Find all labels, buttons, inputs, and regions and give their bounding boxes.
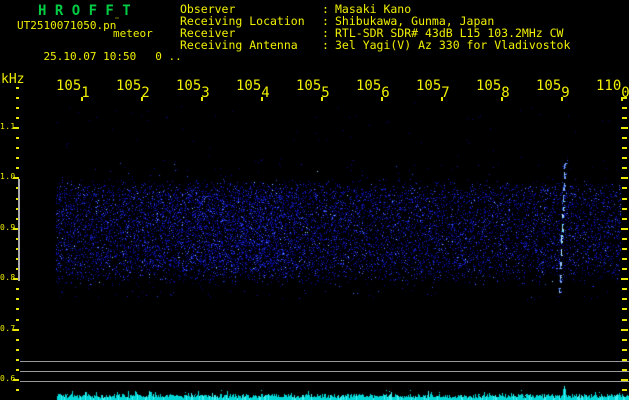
time-label-main: 105 <box>416 78 442 94</box>
freq-minor-tick <box>16 86 19 89</box>
grid-line <box>20 371 629 372</box>
hrofft-window: H R O F F T UT2510071050.pn ¨ meteor 25.… <box>0 0 629 400</box>
right-tick <box>622 96 627 99</box>
freq-major-tick <box>13 379 19 381</box>
freq-axis-unit: kHz <box>1 72 25 87</box>
freq-minor-tick <box>16 358 19 361</box>
datetime-text: 25.10.07 10:50 <box>43 50 137 63</box>
info-separator: : <box>322 38 329 52</box>
freq-minor-tick <box>16 167 19 170</box>
noise-band-marker-line <box>18 179 20 281</box>
time-label-main: 105 <box>236 78 262 94</box>
time-label-main: 105 <box>116 78 142 94</box>
time-label-main: 105 <box>176 78 202 94</box>
freq-label: 1.1 <box>0 122 16 131</box>
time-label-main: 105 <box>476 78 502 94</box>
freq-minor-tick <box>16 96 19 99</box>
spectrogram-canvas <box>55 100 629 400</box>
freq-minor-tick <box>16 116 19 119</box>
grid-line <box>20 361 629 362</box>
freq-minor-tick <box>16 106 19 109</box>
freq-major-tick <box>13 127 19 129</box>
freq-label: 0.9 <box>0 222 16 232</box>
time-label-main: 105 <box>56 78 82 94</box>
freq-minor-tick <box>16 147 19 150</box>
time-label-main: 105 <box>296 78 322 94</box>
station-info: Observer: Masaki Kano Receiving Location: S… <box>180 3 629 51</box>
freq-minor-tick <box>16 318 19 321</box>
freq-minor-tick <box>16 157 19 160</box>
time-label-main: 110 <box>596 78 622 94</box>
freq-minor-tick <box>16 308 19 311</box>
freq-label: 0.8 <box>0 273 16 283</box>
capture-filename: UT2510071050.pn <box>17 19 117 32</box>
info-row: Receiving Antenna:3el Yagi(V) Az 330 for… <box>180 39 629 51</box>
freq-label: 1.0 <box>0 172 16 182</box>
info-label: Receiving Antenna <box>180 38 298 52</box>
freq-minor-tick <box>16 348 19 351</box>
freq-minor-tick <box>16 368 19 371</box>
freq-major-tick <box>13 328 19 331</box>
freq-minor-tick <box>16 389 19 392</box>
echo-counter: 0 .. <box>155 50 182 63</box>
freq-minor-tick <box>16 288 19 291</box>
time-label-main: 105 <box>536 78 562 94</box>
freq-label: 0.6 <box>0 374 16 383</box>
freq-label: 0.7 <box>0 323 16 333</box>
time-label-main: 105 <box>356 78 382 94</box>
datetime-row: 25.10.07 10:50 0 .. <box>17 37 182 76</box>
freq-minor-tick <box>16 298 19 301</box>
freq-minor-tick <box>16 338 19 341</box>
freq-minor-tick <box>16 137 19 140</box>
grid-line <box>20 381 629 382</box>
info-value: 3el Yagi(V) Az 330 for Vladivostok <box>335 38 571 52</box>
